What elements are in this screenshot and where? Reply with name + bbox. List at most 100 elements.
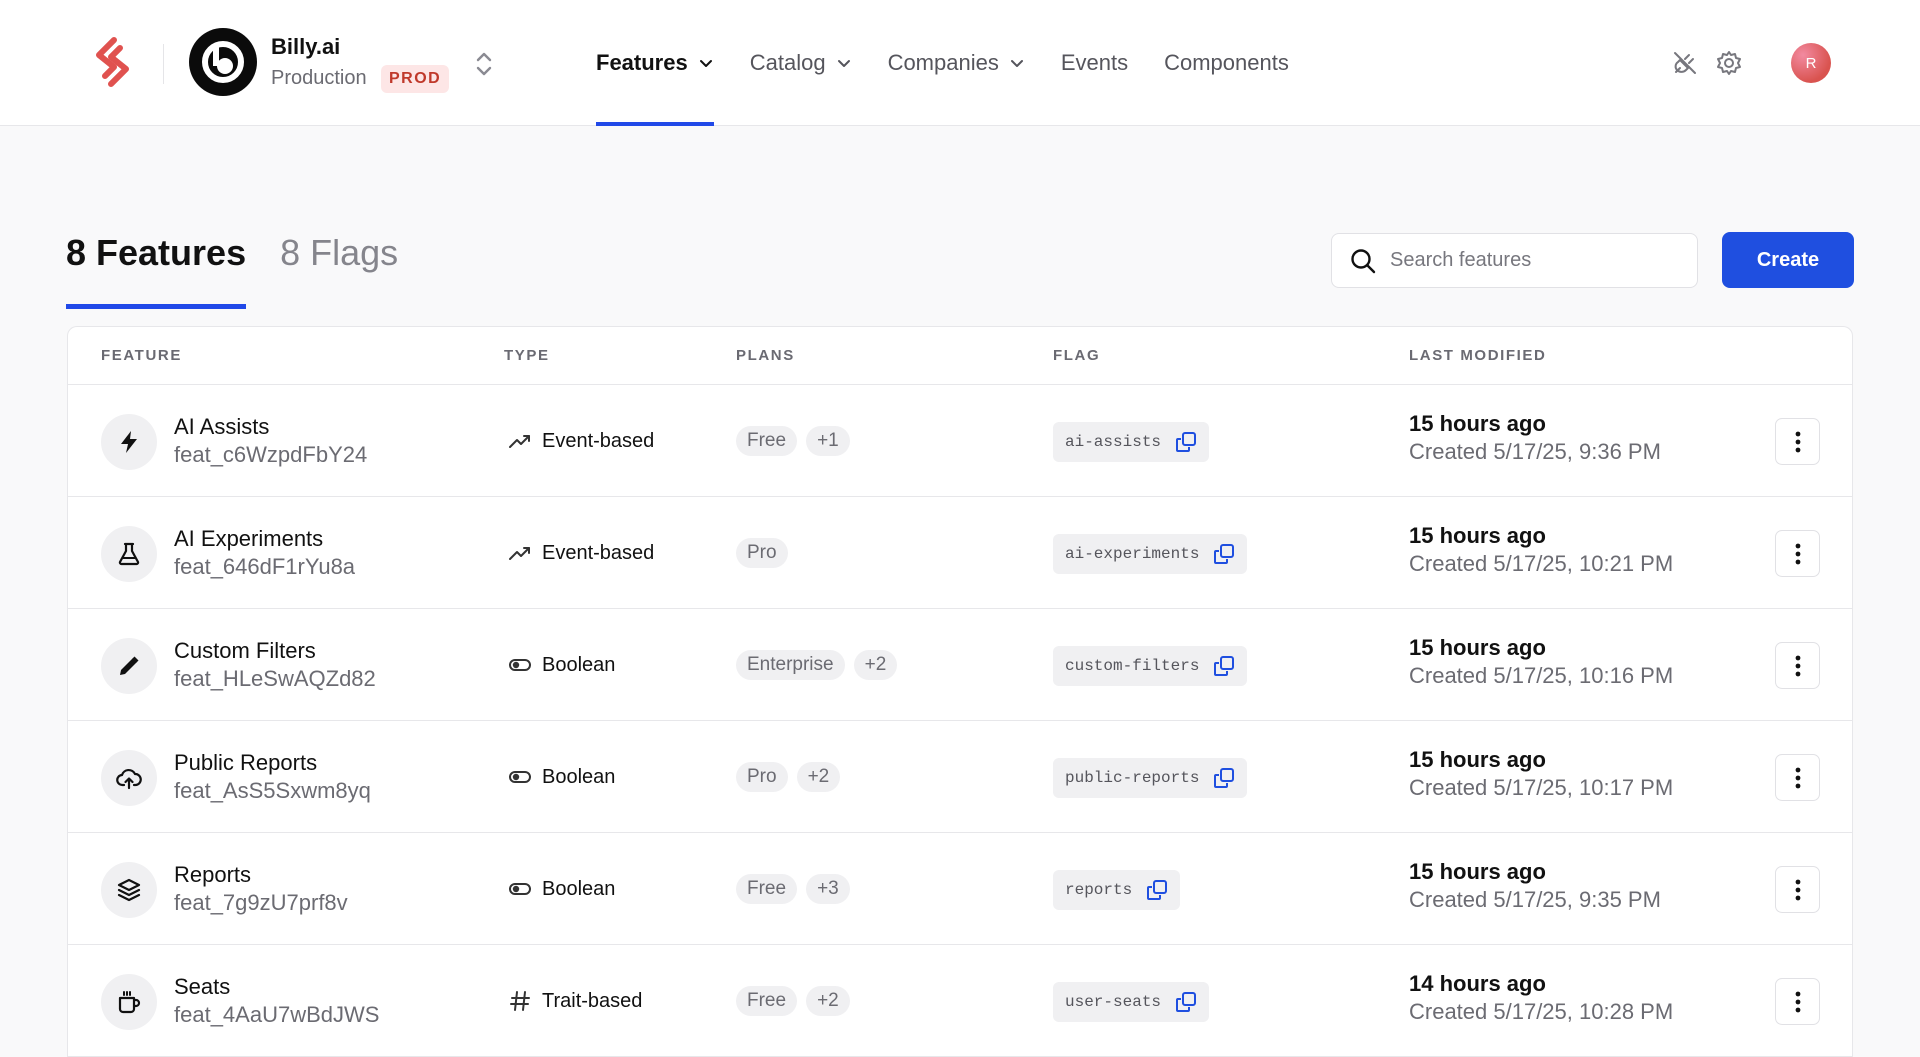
flag-key: custom-filters	[1065, 657, 1200, 675]
copy-icon[interactable]	[1175, 991, 1197, 1013]
nav-events[interactable]: Events	[1061, 0, 1128, 126]
created-timestamp: Created 5/17/25, 10:21 PM	[1409, 551, 1674, 576]
row-menu-button[interactable]	[1775, 418, 1820, 465]
feature-type: Boolean	[508, 721, 615, 833]
type-label: Trait-based	[542, 989, 643, 1012]
nav-label: Components	[1164, 50, 1289, 75]
copy-icon[interactable]	[1213, 767, 1235, 789]
feature-name[interactable]: Reports	[174, 862, 251, 888]
plan-pill[interactable]: Pro	[736, 762, 788, 792]
last-modified-relative: 15 hours ago	[1409, 635, 1546, 660]
table-row[interactable]: Seats feat_4AaU7wBdJWS Trait-based Free …	[68, 945, 1852, 1057]
feature-icon	[101, 974, 157, 1030]
table-row[interactable]: Public Reports feat_AsS5Sxwm8yq Boolean …	[68, 721, 1852, 833]
search-box	[1331, 233, 1698, 288]
created-timestamp: Created 5/17/25, 10:28 PM	[1409, 999, 1674, 1024]
last-modified-relative: 15 hours ago	[1409, 859, 1546, 884]
nav-components[interactable]: Components	[1164, 0, 1289, 126]
divider	[163, 44, 164, 84]
chevron-down-icon	[699, 60, 712, 67]
nav-features[interactable]: Features	[596, 0, 714, 126]
feature-name[interactable]: AI Experiments	[174, 526, 323, 552]
more-vertical-icon	[1795, 991, 1800, 1012]
copy-icon[interactable]	[1146, 879, 1168, 901]
flag-key-chip[interactable]: user-seats	[1053, 982, 1210, 1022]
more-vertical-icon	[1795, 767, 1800, 788]
feature-name[interactable]: Public Reports	[174, 750, 317, 776]
flag-key-chip[interactable]: reports	[1053, 870, 1181, 910]
table-row[interactable]: Custom Filters feat_HLeSwAQZd82 Boolean …	[68, 609, 1852, 721]
plans-list: Free +3	[736, 833, 859, 945]
row-menu-button[interactable]	[1775, 754, 1820, 801]
flag-key-chip[interactable]: custom-filters	[1053, 646, 1248, 686]
row-menu-button[interactable]	[1775, 978, 1820, 1025]
row-menu-button[interactable]	[1775, 642, 1820, 689]
org-avatar[interactable]	[189, 28, 257, 96]
feature-icon	[101, 526, 157, 582]
search-input[interactable]	[1390, 249, 1670, 272]
flag-key-chip[interactable]: ai-assists	[1053, 422, 1210, 462]
feature-id: feat_c6WzpdFbY24	[174, 442, 368, 467]
row-menu-button[interactable]	[1775, 530, 1820, 577]
flag-key: public-reports	[1065, 769, 1200, 787]
type-label: Boolean	[542, 765, 616, 788]
tab-flags[interactable]: 8 Flags	[280, 232, 398, 309]
feature-type: Trait-based	[508, 945, 642, 1057]
feature-name[interactable]: AI Assists	[174, 414, 269, 440]
flag-key: ai-experiments	[1065, 545, 1200, 563]
bolt-icon	[121, 431, 137, 453]
copy-icon[interactable]	[1175, 431, 1197, 453]
flag-key-chip[interactable]: ai-experiments	[1053, 534, 1248, 574]
column-header-plans[interactable]: PLANS	[736, 347, 795, 364]
plan-pill[interactable]: Free	[736, 874, 798, 904]
feature-icon	[101, 638, 157, 694]
user-avatar[interactable]: R	[1791, 43, 1831, 83]
feature-icon	[101, 862, 157, 918]
more-plans-pill[interactable]: +2	[853, 650, 898, 680]
plan-pill[interactable]: Free	[736, 426, 798, 456]
more-plans-pill[interactable]: +2	[806, 986, 850, 1016]
feature-id: feat_4AaU7wBdJWS	[174, 1002, 380, 1027]
table-row[interactable]: AI Experiments feat_646dF1rYu8a Event-ba…	[68, 497, 1852, 609]
plug-icon[interactable]	[1672, 50, 1698, 76]
feature-name[interactable]: Custom Filters	[174, 638, 316, 664]
gear-icon[interactable]	[1716, 50, 1742, 76]
table-header: FEATURE TYPE PLANS FLAG LAST MODIFIED	[68, 327, 1852, 385]
table-row[interactable]: AI Assists feat_c6WzpdFbY24 Event-based …	[68, 385, 1852, 497]
more-plans-pill[interactable]: +1	[806, 426, 850, 456]
brand-logo-icon[interactable]	[90, 36, 134, 88]
column-header-type[interactable]: TYPE	[504, 347, 550, 364]
more-plans-pill[interactable]: +2	[796, 762, 841, 792]
more-vertical-icon	[1795, 655, 1800, 676]
plan-pill[interactable]: Enterprise	[736, 650, 845, 680]
created-timestamp: Created 5/17/25, 10:17 PM	[1409, 775, 1674, 800]
created-timestamp: Created 5/17/25, 10:16 PM	[1409, 663, 1674, 688]
tab-features[interactable]: 8 Features	[66, 232, 247, 309]
plan-pill[interactable]: Pro	[736, 538, 788, 568]
copy-icon[interactable]	[1213, 655, 1235, 677]
created-timestamp: Created 5/17/25, 9:35 PM	[1409, 887, 1661, 912]
nav-companies[interactable]: Companies	[888, 0, 1025, 126]
org-environment: Production	[271, 67, 367, 89]
column-header-last-modified[interactable]: LAST MODIFIED	[1409, 347, 1546, 364]
copy-icon[interactable]	[1213, 543, 1235, 565]
feature-id: feat_646dF1rYu8a	[174, 554, 356, 579]
flask-icon	[118, 542, 140, 566]
chevron-up-down-icon[interactable]	[472, 49, 496, 79]
create-button[interactable]: Create	[1722, 232, 1854, 288]
more-vertical-icon	[1795, 543, 1800, 564]
more-plans-pill[interactable]: +3	[806, 874, 850, 904]
flag-key-chip[interactable]: public-reports	[1053, 758, 1248, 798]
row-menu-button[interactable]	[1775, 866, 1820, 913]
nav-catalog[interactable]: Catalog	[750, 0, 852, 126]
more-vertical-icon	[1795, 431, 1800, 452]
nav-label: Events	[1060, 50, 1129, 75]
column-header-feature[interactable]: FEATURE	[101, 347, 182, 364]
last-modified-relative: 14 hours ago	[1409, 971, 1546, 996]
layers-icon	[117, 878, 141, 902]
feature-name[interactable]: Seats	[174, 974, 230, 1000]
table-row[interactable]: Reports feat_7g9zU7prf8v Boolean Free +3…	[68, 833, 1852, 945]
last-modified-relative: 15 hours ago	[1409, 411, 1546, 436]
column-header-flag[interactable]: FLAG	[1053, 347, 1100, 364]
plan-pill[interactable]: Free	[736, 986, 798, 1016]
